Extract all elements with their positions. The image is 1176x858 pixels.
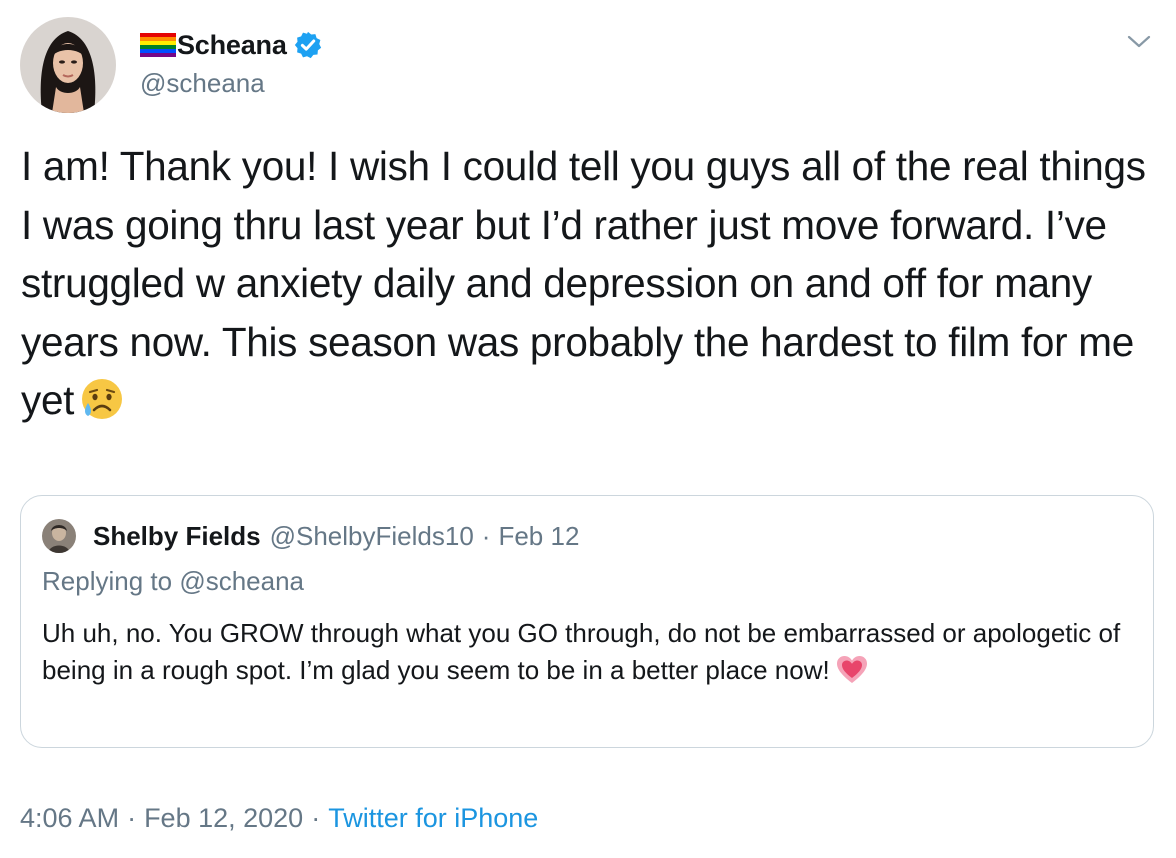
replying-to-handle[interactable]: @scheana (179, 566, 304, 596)
author-avatar[interactable] (20, 17, 116, 113)
tweet-source-link[interactable]: Twitter for iPhone (328, 803, 538, 833)
author-display-name[interactable]: Scheana (177, 30, 287, 61)
quoted-author-handle[interactable]: @ShelbyFields10 (270, 521, 474, 552)
quoted-author-name[interactable]: Shelby Fields (93, 521, 261, 552)
separator-dot: · (481, 520, 491, 551)
author-name-row[interactable]: Scheana (140, 28, 323, 62)
growing-heart-emoji-icon (836, 655, 868, 685)
quoted-tweet[interactable]: Shelby Fields @ShelbyFields10 · Feb 12 R… (20, 495, 1154, 748)
verified-badge-icon (293, 30, 323, 60)
quoted-author-avatar[interactable] (42, 519, 76, 553)
replying-to-label: Replying to (42, 566, 173, 596)
replying-to-line: Replying to @scheana (42, 566, 304, 597)
quoted-tweet-text: Uh uh, no. You GROW through what you GO … (42, 618, 1121, 685)
author-handle[interactable]: @scheana (140, 68, 265, 99)
tweet-body: I am! Thank you! I wish I could tell you… (21, 137, 1161, 430)
separator-dot: · (127, 803, 137, 833)
quoted-tweet-body: Uh uh, no. You GROW through what you GO … (42, 615, 1142, 689)
chevron-down-icon[interactable] (1124, 32, 1154, 52)
tweet-meta: 4:06 AM · Feb 12, 2020 · Twitter for iPhone (20, 803, 538, 834)
rainbow-flag-icon (140, 33, 176, 57)
quoted-tweet-header: Shelby Fields @ShelbyFields10 · Feb 12 (42, 518, 579, 554)
sad-but-relieved-face-emoji-icon (80, 377, 124, 421)
tweet-date[interactable]: Feb 12, 2020 (144, 803, 303, 833)
separator-dot: · (311, 803, 321, 833)
quoted-tweet-date[interactable]: Feb 12 (498, 521, 579, 552)
tweet-card: Scheana @scheana I am! Thank you! I wish… (0, 0, 1176, 858)
tweet-text: I am! Thank you! I wish I could tell you… (21, 143, 1146, 423)
tweet-time[interactable]: 4:06 AM (20, 803, 119, 833)
